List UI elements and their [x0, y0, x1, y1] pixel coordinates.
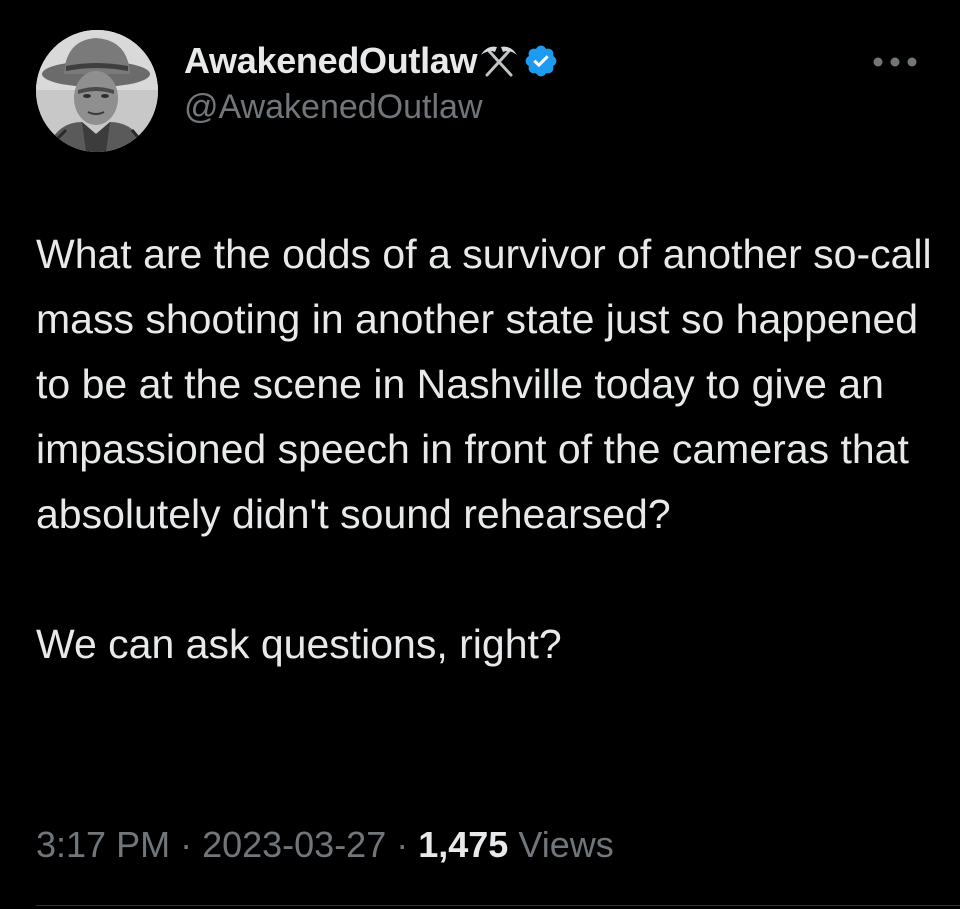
- meta-separator: ·: [170, 824, 203, 865]
- divider: [36, 905, 960, 906]
- cowboy-portrait-avatar-icon: [36, 30, 158, 152]
- tweet-time[interactable]: 3:17 PM: [36, 824, 170, 865]
- tweet-date[interactable]: 2023-03-27: [202, 824, 386, 865]
- author-avatar[interactable]: [36, 30, 158, 152]
- hammer-and-pick-icon: [479, 41, 519, 81]
- views-count[interactable]: 1,475: [418, 824, 508, 865]
- author-header: AwakenedOutlaw @AwakenedOutlaw: [184, 38, 559, 127]
- more-options-icon[interactable]: [870, 54, 920, 70]
- verified-badge-icon[interactable]: [523, 43, 559, 79]
- author-handle[interactable]: @AwakenedOutlaw: [184, 88, 559, 127]
- tweet-paragraph-1: What are the odds of a survivor of anoth…: [36, 231, 932, 537]
- tweet-meta: 3:17 PM · 2023-03-27 · 1,475 Views: [36, 824, 614, 866]
- views-label: Views: [518, 824, 614, 865]
- tweet-paragraph-2: We can ask questions, right?: [36, 621, 562, 667]
- author-display-name[interactable]: AwakenedOutlaw: [184, 40, 478, 82]
- meta-separator-2: ·: [386, 824, 419, 865]
- tweet-text: What are the odds of a survivor of anoth…: [36, 222, 936, 677]
- name-row: AwakenedOutlaw: [184, 38, 559, 84]
- tweet-detail: AwakenedOutlaw @AwakenedOutlaw What are …: [0, 0, 960, 909]
